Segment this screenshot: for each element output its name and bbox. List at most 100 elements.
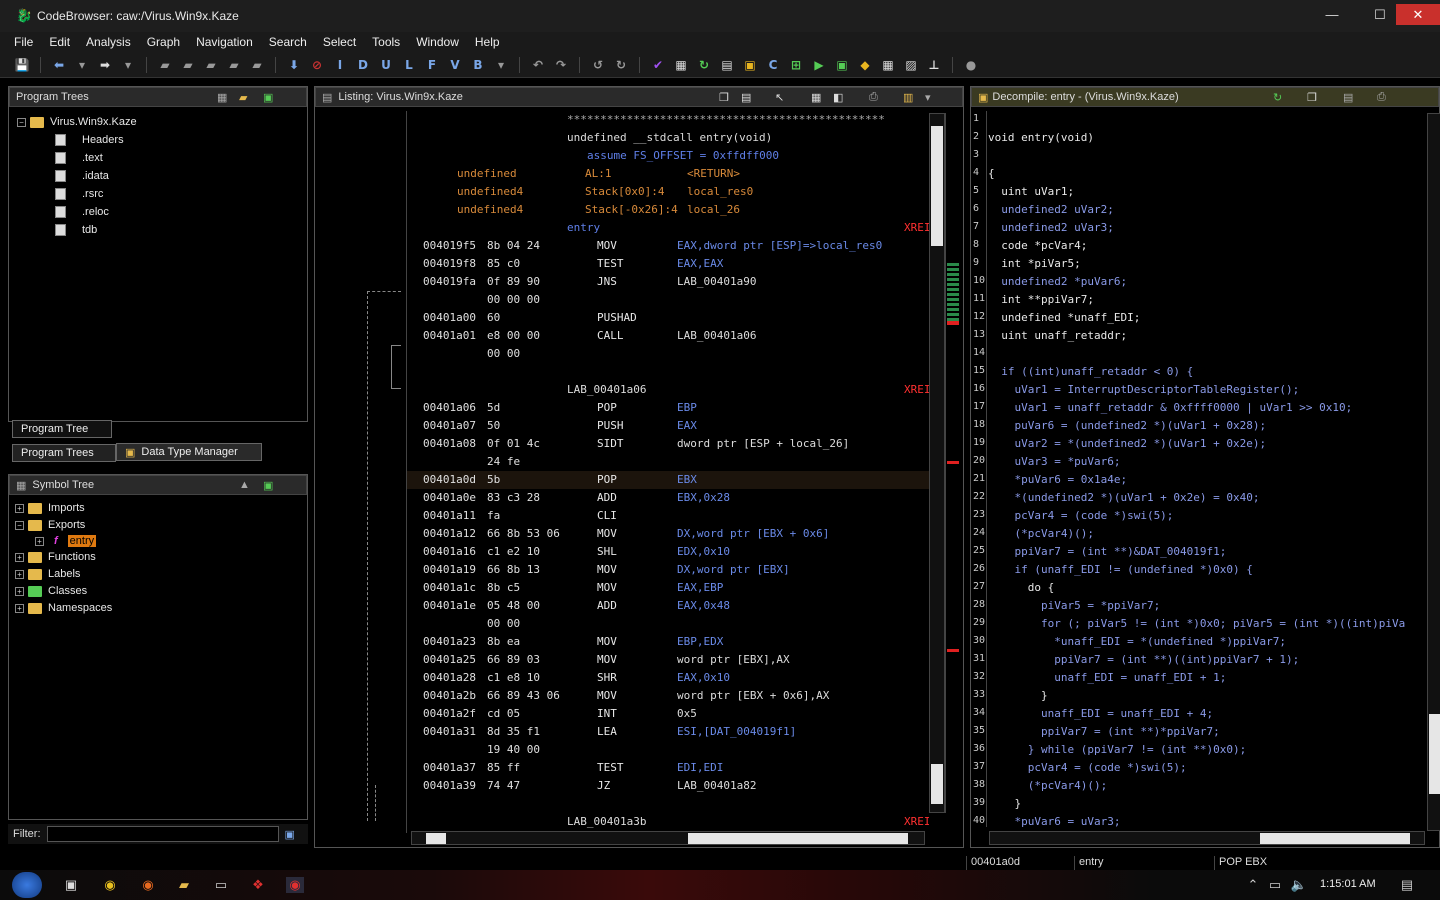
- instruction-bytes[interactable]: 0f 01 4c: [487, 437, 540, 450]
- menu-graph[interactable]: Graph: [147, 35, 180, 49]
- instruction-bytes[interactable]: 66 89 03: [487, 653, 540, 666]
- folder-icon[interactable]: ▣: [742, 57, 758, 73]
- tree-item[interactable]: .rsrc: [55, 188, 103, 200]
- code-line[interactable]: if (unaff_EDI != (undefined *)0x0) {: [988, 563, 1252, 576]
- instruction-operands[interactable]: EDX,0x10: [677, 545, 730, 558]
- code-line[interactable]: uVar2 = *(undefined2 *)(uVar1 + 0x2e);: [988, 437, 1266, 450]
- instruction-mnemonic[interactable]: TEST: [597, 257, 624, 270]
- instruction-address[interactable]: 00401a0e: [423, 491, 476, 504]
- instruction-operands[interactable]: EAX,dword ptr [ESP]=>local_res0: [677, 239, 882, 252]
- instruction-address[interactable]: 004019fa: [423, 275, 476, 288]
- instruction-operands[interactable]: EAX,EBP: [677, 581, 723, 594]
- toolbar-letter-b[interactable]: B: [470, 57, 486, 73]
- tree-root[interactable]: − Virus.Win9x.Kaze: [17, 116, 137, 128]
- next-data-icon[interactable]: ▰: [157, 57, 173, 73]
- run-icon[interactable]: ▶: [811, 57, 827, 73]
- instruction-bytes[interactable]: c1 e8 10: [487, 671, 540, 684]
- entry-label[interactable]: entry: [567, 221, 600, 234]
- function-call-icon[interactable]: C: [765, 57, 781, 73]
- dropdown-arrow-icon[interactable]: ▾: [925, 91, 931, 104]
- code-label[interactable]: LAB_00401a3b: [567, 815, 646, 828]
- code-line[interactable]: uVar1 = unaff_retaddr & 0xffff0000 | uVa…: [988, 401, 1352, 414]
- instruction-operands[interactable]: LAB_00401a06: [677, 329, 756, 342]
- scroll-thumb[interactable]: [931, 764, 943, 804]
- filter-input[interactable]: [46, 826, 279, 842]
- instruction-address[interactable]: 00401a16: [423, 545, 476, 558]
- graph-icon[interactable]: ⊞: [788, 57, 804, 73]
- menu-navigation[interactable]: Navigation: [196, 35, 253, 49]
- instruction-bytes[interactable]: 19 40 00: [487, 743, 540, 756]
- instruction-bytes[interactable]: 85 c0: [487, 257, 520, 270]
- undo-icon[interactable]: ↶: [530, 57, 546, 73]
- xref-label[interactable]: XREI: [904, 383, 929, 396]
- instruction-mnemonic[interactable]: SHL: [597, 545, 617, 558]
- snapshot-icon[interactable]: ⎙: [1377, 91, 1386, 104]
- instruction-operands[interactable]: EAX,EAX: [677, 257, 723, 270]
- instruction-operands[interactable]: EAX,0x10: [677, 671, 730, 684]
- code-line[interactable]: *(undefined2 *)(uVar1 + 0x2e) = 0x40;: [988, 491, 1259, 504]
- code-line[interactable]: piVar5 = *ppiVar7;: [988, 599, 1160, 612]
- collapse-icon[interactable]: −: [17, 117, 26, 127]
- code-line[interactable]: }: [988, 689, 1048, 702]
- toolbar-letter-d[interactable]: D: [355, 57, 371, 73]
- instruction-operands[interactable]: EAX: [677, 419, 697, 432]
- tree-item[interactable]: .reloc: [55, 206, 109, 218]
- code-line[interactable]: ppiVar7 = (int **)&DAT_004019f1;: [988, 545, 1226, 558]
- command-prompt-icon[interactable]: ▭: [212, 877, 230, 893]
- menu-select[interactable]: Select: [323, 35, 356, 49]
- instruction-mnemonic[interactable]: TEST: [597, 761, 624, 774]
- code-line[interactable]: uint uVar1;: [988, 185, 1074, 198]
- symbol-tree-item-entry[interactable]: + f entry: [35, 535, 97, 547]
- code-line[interactable]: }: [988, 797, 1021, 810]
- instruction-mnemonic[interactable]: MOV: [597, 689, 617, 702]
- back-arrow-icon[interactable]: ⬅: [51, 57, 67, 73]
- instruction-address[interactable]: 00401a12: [423, 527, 476, 540]
- instruction-bytes[interactable]: 74 47: [487, 779, 520, 792]
- instruction-mnemonic[interactable]: POP: [597, 401, 617, 414]
- instruction-address[interactable]: 00401a1c: [423, 581, 476, 594]
- instruction-bytes[interactable]: 66 8b 13: [487, 563, 540, 576]
- instruction-mnemonic[interactable]: CLI: [597, 509, 617, 522]
- tree-icon[interactable]: ⊥: [926, 57, 942, 73]
- code-line[interactable]: undefined2 uVar2;: [988, 203, 1114, 216]
- instruction-bytes[interactable]: 00 00: [487, 347, 520, 360]
- code-line[interactable]: uint unaff_retaddr;: [988, 329, 1127, 342]
- instruction-address[interactable]: 00401a25: [423, 653, 476, 666]
- menu-edit[interactable]: Edit: [49, 35, 70, 49]
- start-button-icon[interactable]: [12, 872, 42, 898]
- stop-icon[interactable]: ⊘: [309, 57, 325, 73]
- function-signature[interactable]: undefined __stdcall entry(void): [567, 131, 772, 144]
- menu-search[interactable]: Search: [269, 35, 307, 49]
- tree-item[interactable]: Headers: [55, 134, 124, 146]
- instruction-bytes[interactable]: 5b: [487, 473, 500, 486]
- merge-icon[interactable]: ▣: [263, 479, 273, 492]
- instruction-address[interactable]: 00401a19: [423, 563, 476, 576]
- instruction-mnemonic[interactable]: CALL: [597, 329, 624, 342]
- code-line[interactable]: pcVar4 = (code *)swi(5);: [988, 761, 1187, 774]
- scroll-thumb[interactable]: [426, 833, 446, 844]
- copy-icon[interactable]: ❐: [1307, 91, 1317, 104]
- help-icon[interactable]: ●: [963, 57, 979, 73]
- instruction-operands[interactable]: word ptr [EBX + 0x6],AX: [677, 689, 829, 702]
- instruction-bytes[interactable]: 00 00 00: [487, 293, 540, 306]
- instruction-bytes[interactable]: 66 8b 53 06: [487, 527, 560, 540]
- instruction-operands[interactable]: ESI,[DAT_004019f1]: [677, 725, 796, 738]
- code-line[interactable]: unaff_EDI = unaff_EDI + 1;: [988, 671, 1226, 684]
- expand-icon[interactable]: +: [15, 552, 24, 562]
- scroll-thumb[interactable]: [1429, 714, 1440, 794]
- merge-icon[interactable]: ▣: [263, 91, 273, 104]
- dropdown-arrow-icon[interactable]: ▾: [74, 57, 90, 73]
- code-line[interactable]: void entry(void): [988, 131, 1094, 144]
- instruction-address[interactable]: 00401a07: [423, 419, 476, 432]
- instruction-bytes[interactable]: 5d: [487, 401, 500, 414]
- redo-icon[interactable]: ↷: [553, 57, 569, 73]
- instruction-mnemonic[interactable]: LEA: [597, 725, 617, 738]
- close-button[interactable]: ✕: [1396, 4, 1440, 25]
- dropdown-arrow-icon[interactable]: ▾: [493, 57, 509, 73]
- code-line[interactable]: do {: [988, 581, 1055, 594]
- ghidra-taskbar-icon[interactable]: ◉: [286, 877, 304, 893]
- decompiled-code[interactable]: void entry(void) { uint uVar1; undefined2…: [988, 111, 1428, 827]
- instruction-bytes[interactable]: 0f 89 90: [487, 275, 540, 288]
- instruction-bytes[interactable]: c1 e2 10: [487, 545, 540, 558]
- instruction-bytes[interactable]: 50: [487, 419, 500, 432]
